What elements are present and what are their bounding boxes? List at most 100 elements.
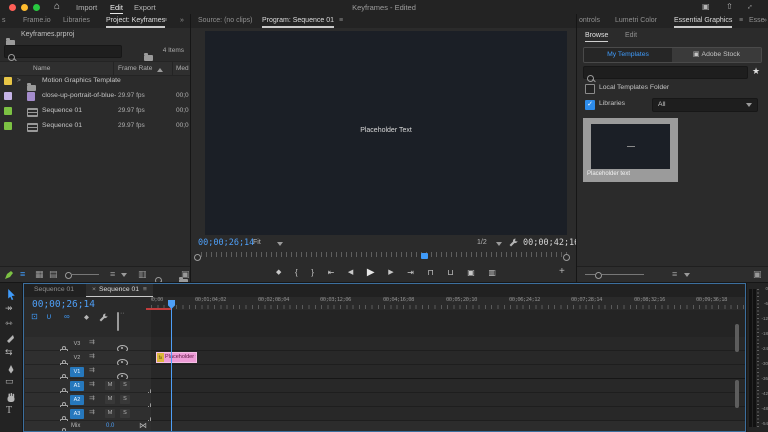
razor-tool[interactable] [6, 335, 15, 344]
table-row[interactable]: > Motion Graphics Template [0, 74, 190, 91]
mute-button[interactable]: M [105, 395, 115, 404]
export-frame-icon[interactable]: ▣ [467, 268, 475, 277]
label-chip-green[interactable] [4, 107, 12, 115]
timeline-tab-inactive[interactable]: Sequence 01 [34, 286, 74, 293]
tab-lumetri-color[interactable]: Lumetri Color [615, 14, 657, 28]
play-button-icon[interactable]: ▶ [367, 267, 375, 278]
label-chip-green[interactable] [4, 122, 12, 130]
tab-libraries[interactable]: Libraries [63, 14, 90, 28]
subtab-edit[interactable]: Edit [625, 32, 637, 39]
label-chip-yellow[interactable] [4, 77, 12, 85]
item-name[interactable]: close-up-portrait-of-blue-an [42, 92, 116, 99]
rectangle-tool[interactable]: ▭ [5, 376, 14, 387]
label-chip-lavender[interactable] [4, 92, 12, 100]
timeline-ruler[interactable]: ;00;00 00;01;04;02 00;02;08;04 00;03;12;… [151, 297, 745, 310]
fit-dropdown[interactable]: Fit [253, 239, 261, 246]
lift-icon[interactable]: ⊓ [428, 268, 434, 277]
panel-menu-icon[interactable]: ≡ [739, 14, 743, 28]
audio-tracks-scrollbar[interactable] [735, 380, 739, 408]
snap-magnet-icon[interactable]: ∪ [46, 312, 52, 321]
track-lane-a2[interactable] [151, 393, 745, 407]
eg-sort-icon[interactable]: ≡ [672, 269, 677, 279]
icon-view-icon[interactable]: ▦ [35, 269, 44, 280]
adobe-stock-button[interactable]: ▣ Adobe Stock [672, 48, 761, 62]
slip-tool[interactable]: ⇆ [5, 347, 13, 358]
solo-button[interactable]: S [120, 409, 130, 418]
tab-effects-clipped[interactable]: s [2, 14, 6, 28]
table-row[interactable]: Sequence 01 29.97 fps 00;0 [0, 104, 190, 119]
sort-icon[interactable]: ≡ [110, 269, 115, 279]
track-lane-a3[interactable] [151, 407, 745, 421]
solo-button[interactable]: S [120, 395, 130, 404]
program-playhead-marker[interactable] [421, 253, 428, 259]
favorites-star-icon[interactable]: ★ [752, 66, 760, 77]
find-icon[interactable] [155, 277, 162, 282]
track-header-a3[interactable]: A3 ⇉ M S [25, 407, 157, 426]
export-mogrt-icon[interactable]: ▣ [753, 269, 762, 280]
eg-zoom-track-right[interactable] [602, 274, 644, 275]
column-name[interactable]: Name [33, 65, 50, 72]
track-lane-a1[interactable] [151, 379, 745, 393]
track-badge-v3[interactable]: V3 [70, 339, 84, 349]
track-header-a1[interactable]: A1 ⇉ M S [25, 379, 157, 398]
share-icon[interactable]: ⇧ [726, 2, 733, 11]
tab-close-icon[interactable]: × [92, 286, 96, 293]
table-row[interactable]: close-up-portrait-of-blue-an 29.97 fps 0… [0, 89, 190, 104]
add-marker-icon[interactable]: ◆ [84, 313, 89, 321]
mark-in-icon[interactable]: { [295, 268, 298, 277]
table-row[interactable]: Sequence 01 29.97 fps 00;0 [0, 119, 190, 134]
new-item-icon[interactable]: ▣ [181, 269, 190, 280]
track-badge-v1[interactable]: V1 [70, 367, 84, 377]
eg-zoom-slider-knob[interactable] [595, 272, 602, 279]
zoom-slider-track[interactable] [71, 274, 99, 275]
track-badge-v2[interactable]: V2 [70, 353, 84, 363]
sync-lock-icon[interactable]: ⇉ [89, 338, 95, 346]
sync-lock-icon[interactable]: ⇉ [89, 408, 95, 416]
video-tracks-scrollbar[interactable] [735, 324, 739, 352]
solo-button[interactable]: S [120, 381, 130, 390]
workspace-icon[interactable]: ▣ [702, 2, 710, 11]
mix-gain-value[interactable]: 0.0 [106, 423, 114, 429]
template-card-selected[interactable]: Placeholder text [583, 118, 678, 182]
step-forward-icon[interactable]: ▶ [388, 268, 393, 276]
tab-effect-controls-clipped[interactable]: ontrols [579, 14, 600, 28]
hand-tool[interactable] [6, 393, 16, 403]
disclosure-icon[interactable]: > [17, 77, 21, 84]
captions-options-icon[interactable] [117, 312, 119, 331]
button-editor-plus-icon[interactable]: + [559, 266, 565, 277]
track-header-v1[interactable]: V1 ⇉ [25, 365, 151, 384]
sync-lock-icon[interactable]: ⇉ [89, 366, 95, 374]
eg-search-input[interactable] [583, 66, 748, 82]
panel-menu-icon[interactable]: ≡ [339, 14, 343, 28]
pen-tool[interactable] [7, 365, 15, 374]
program-canvas[interactable]: Placeholder Text [205, 31, 567, 235]
type-tool[interactable]: T [6, 405, 12, 416]
project-search-input[interactable] [4, 45, 122, 61]
linked-selection-icon[interactable]: ∞ [64, 312, 70, 321]
track-lane-v3[interactable] [151, 337, 745, 351]
selection-tool[interactable] [7, 289, 16, 300]
track-lane-v2[interactable]: fxPlaceholder text [151, 351, 745, 365]
tab-program[interactable]: Program: Sequence 01 [262, 14, 334, 28]
item-name[interactable]: Sequence 01 [42, 107, 82, 114]
track-header-v2[interactable]: V2 ⇉ [25, 351, 151, 370]
track-badge-a3[interactable]: A3 [70, 409, 84, 419]
eg-zoom-track-left[interactable] [585, 274, 595, 275]
timeline-clip-placeholder-text[interactable]: fxPlaceholder text [156, 352, 197, 363]
tab-overflow-icon[interactable]: » [180, 14, 184, 28]
mute-button[interactable]: M [105, 409, 115, 418]
go-to-out-icon[interactable]: ⇥ [407, 268, 414, 277]
timeline-tab-active[interactable]: × Sequence 01 ≡ [86, 284, 154, 297]
subtab-browse[interactable]: Browse [585, 32, 609, 42]
tab-project-keyframes[interactable]: Project: Keyframes [106, 14, 166, 28]
program-current-timecode[interactable]: 00;00;26;14 [198, 238, 254, 248]
automate-to-sequence-icon[interactable]: ▥ [138, 269, 147, 280]
ripple-edit-tool[interactable]: ⇿ [5, 318, 13, 329]
track-header-v3[interactable]: V3 ⇉ [25, 337, 151, 356]
mute-button[interactable]: M [105, 381, 115, 390]
freeform-view-icon[interactable]: ▤ [49, 269, 58, 280]
list-view-icon[interactable]: ≡ [20, 269, 25, 279]
nest-toggle-icon[interactable]: ⊡ [31, 312, 38, 321]
project-breadcrumb[interactable]: Keyframes.prproj [21, 31, 74, 38]
item-name[interactable]: Motion Graphics Template [42, 77, 121, 84]
